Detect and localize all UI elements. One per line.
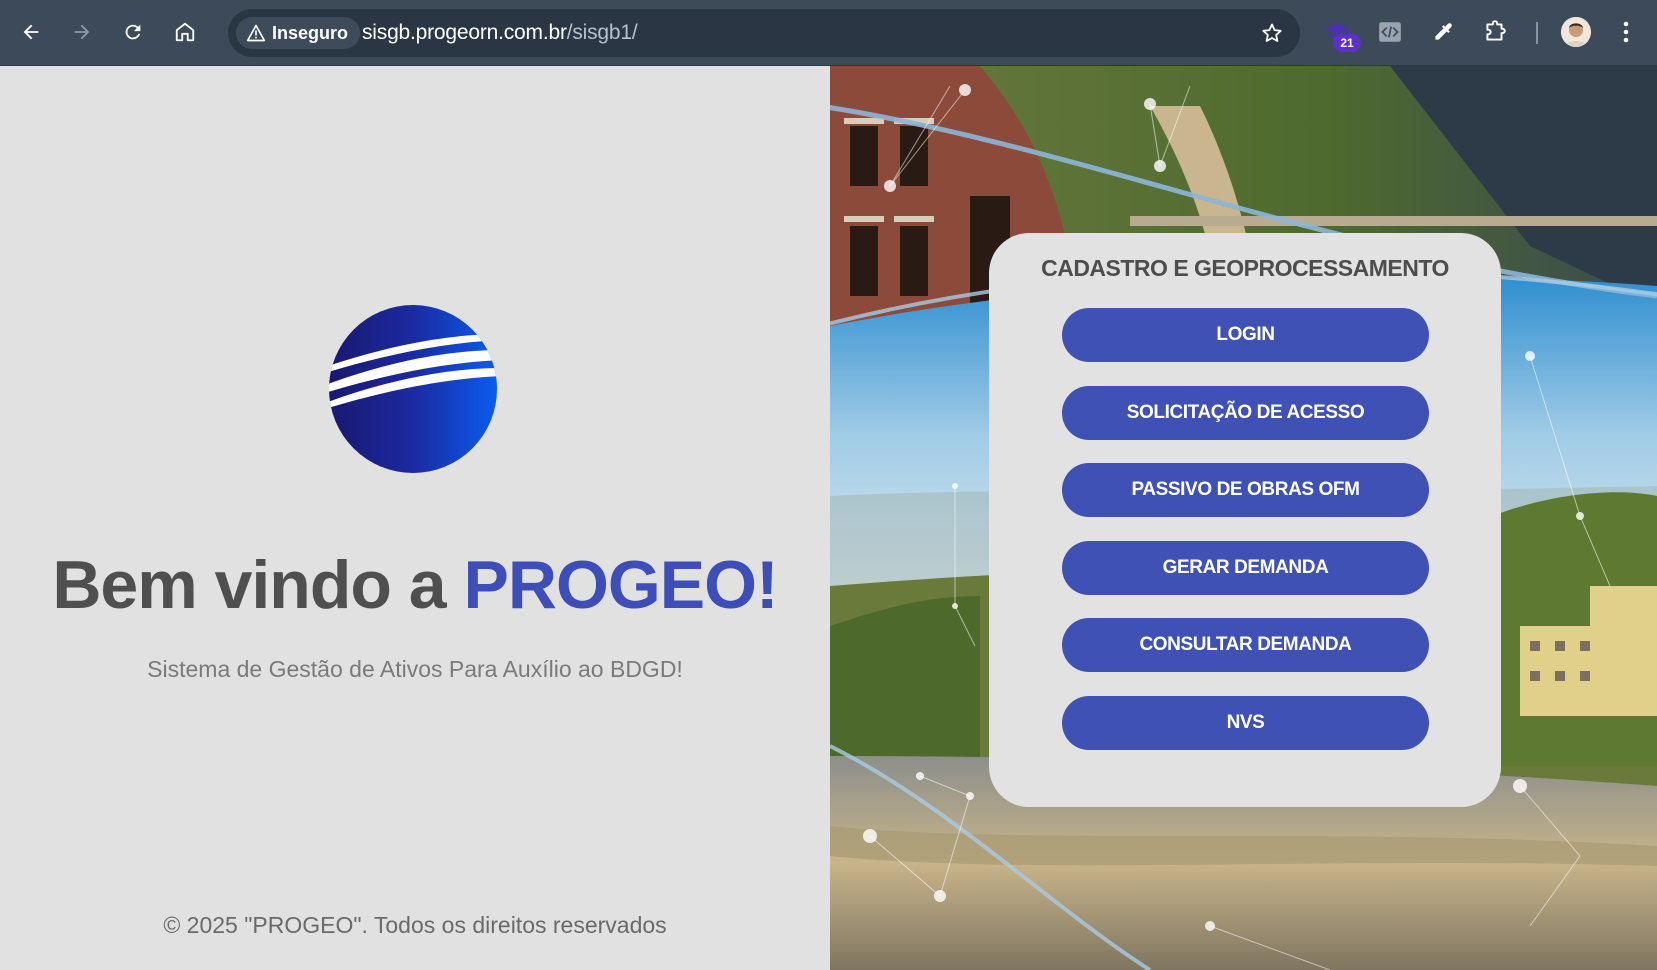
copyright-footer: © 2025 "PROGEO". Todos os direitos reser…: [163, 912, 667, 938]
welcome-prefix: Bem vindo a: [52, 547, 464, 623]
reload-icon: [125, 24, 141, 40]
home-icon: [175, 22, 195, 42]
brand-name: PROGEO!: [463, 547, 779, 623]
ofm-works-liability-button[interactable]: PASSIVO DE OBRAS OFM: [1062, 463, 1429, 517]
forward-button[interactable]: [64, 14, 100, 50]
url-text[interactable]: sisgb.progeorn.com.br/sisgb1/: [362, 21, 638, 45]
menu-title: CADASTRO E GEOPROCESSAMENTO: [1041, 255, 1449, 281]
reload-button[interactable]: [115, 14, 151, 50]
browser-toolbar: Inseguro sisgb.progeorn.com.br/sisgb1/ 2…: [0, 0, 1657, 66]
eyedropper-icon: [1435, 23, 1452, 40]
welcome-subtitle: Sistema de Gestão de Ativos Para Auxílio…: [147, 656, 683, 682]
code-icon: [1379, 22, 1401, 42]
menu-card: CADASTRO E GEOPROCESSAMENTO LOGIN SOLICI…: [989, 233, 1501, 807]
extensions-button[interactable]: [1480, 17, 1510, 47]
kebab-menu-icon: [1623, 21, 1629, 43]
home-button[interactable]: [167, 14, 203, 50]
security-label: Inseguro: [272, 22, 349, 43]
login-button[interactable]: LOGIN: [1062, 308, 1429, 362]
warning-icon: [246, 24, 266, 42]
browser-menu-button[interactable]: [1616, 18, 1636, 46]
consult-demand-button[interactable]: CONSULTAR DEMANDA: [1062, 618, 1429, 672]
bookmark-star-icon[interactable]: [1260, 21, 1284, 45]
arrow-right-icon: [74, 24, 90, 40]
toolbar-divider: [1536, 22, 1538, 44]
welcome-panel: Bem vindo a PROGEO! Sistema de Gestão de…: [0, 66, 830, 970]
profile-avatar[interactable]: [1561, 17, 1591, 47]
welcome-heading: Bem vindo a PROGEO!: [0, 546, 830, 624]
progeo-logo: [329, 305, 497, 473]
avatar-icon: [1561, 17, 1591, 47]
address-bar[interactable]: Inseguro sisgb.progeorn.com.br/sisgb1/: [228, 9, 1300, 57]
extension-eyedropper[interactable]: [1428, 17, 1458, 47]
url-path: /sisgb1/: [566, 21, 638, 44]
access-request-button[interactable]: SOLICITAÇÃO DE ACESSO: [1062, 386, 1429, 440]
arrow-left-icon: [23, 24, 39, 40]
puzzle-icon: [1486, 20, 1506, 41]
security-indicator[interactable]: Inseguro: [236, 17, 361, 49]
extension-code[interactable]: [1375, 17, 1405, 47]
url-host: sisgb.progeorn.com.br: [362, 21, 567, 44]
back-button[interactable]: [13, 14, 49, 50]
generate-demand-button[interactable]: GERAR DEMANDA: [1062, 541, 1429, 595]
extension-badge: 21: [1333, 34, 1361, 52]
nvs-button[interactable]: NVS: [1062, 696, 1429, 750]
